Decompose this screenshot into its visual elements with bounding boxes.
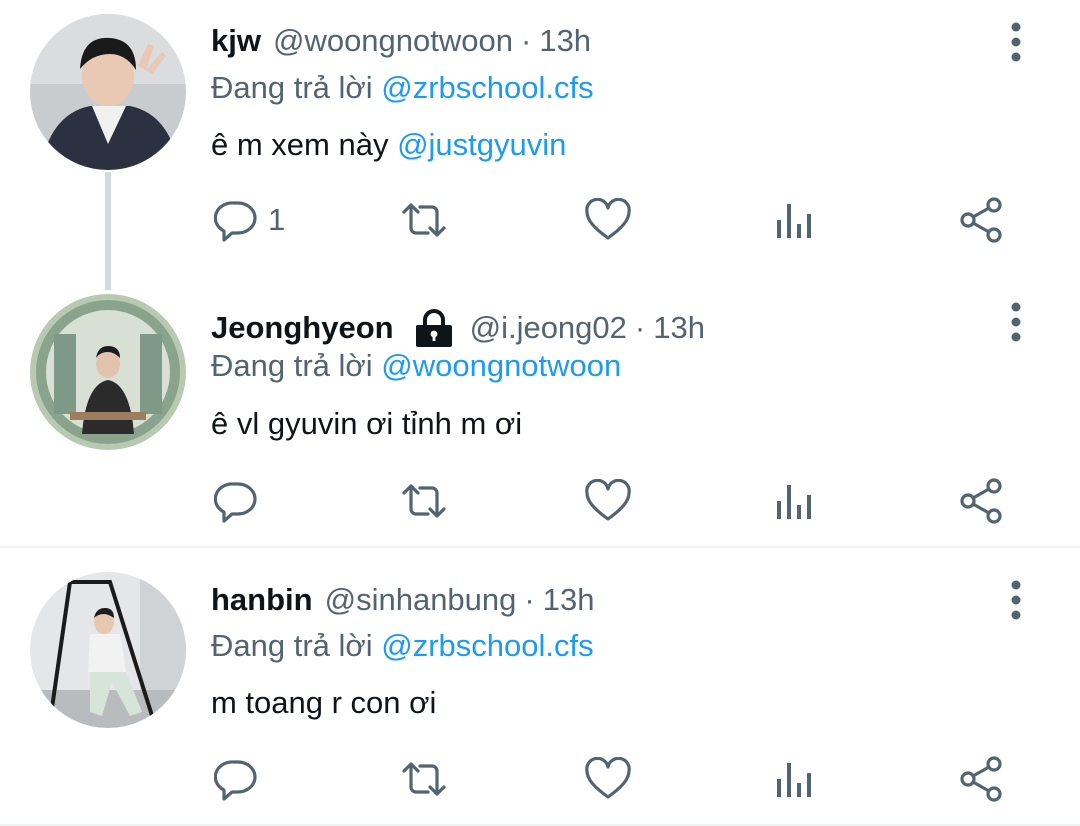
like-icon (585, 757, 631, 799)
tweet-1[interactable]: kjw @woongnotwoon · 13h Đang trả lời @zr… (0, 0, 1080, 270)
retweet-icon (402, 762, 446, 796)
like-button[interactable] (584, 476, 632, 526)
tweet-text: ê m xem này @justgyuvin (211, 127, 566, 163)
views-button[interactable] (774, 195, 814, 245)
tweet-header: kjw @woongnotwoon · 13h (211, 19, 591, 63)
replying-to-mention[interactable]: @zrbschool.cfs (381, 628, 593, 663)
like-button[interactable] (584, 754, 632, 804)
reply-button[interactable]: 1 (214, 195, 285, 245)
like-icon (585, 479, 631, 521)
replying-to-line: Đang trả lời @zrbschool.cfs (211, 628, 594, 664)
like-button[interactable] (584, 195, 632, 245)
more-vertical-icon[interactable] (1004, 22, 1028, 62)
replying-to-line: Đang trả lời @woongnotwoon (211, 348, 621, 384)
tweet-header: Jeonghyeon @i.jeong02 · 13h (211, 306, 705, 350)
tweet-2[interactable]: Jeonghyeon @i.jeong02 · 13h Đang trả lời… (0, 290, 1080, 544)
action-bar: 1 (210, 195, 1030, 245)
like-icon (585, 198, 631, 240)
retweet-button[interactable] (398, 476, 450, 526)
replying-prefix: Đang trả lời (211, 348, 373, 383)
more-vertical-icon[interactable] (1004, 580, 1028, 620)
user-handle[interactable]: @i.jeong02 (470, 310, 627, 346)
views-icon (777, 485, 811, 519)
replying-to-mention[interactable]: @zrbschool.cfs (381, 70, 593, 105)
replying-prefix: Đang trả lời (211, 70, 373, 105)
reply-button[interactable] (214, 476, 258, 526)
tweet-3[interactable]: hanbin @sinhanbung · 13h Đang trả lời @z… (0, 548, 1080, 826)
share-icon (960, 478, 1002, 524)
avatar[interactable] (30, 294, 186, 450)
tweet-text: m toang r con ơi (211, 685, 436, 721)
tweet-text-content: ê vl gyuvin ơi tỉnh m ơi (211, 406, 523, 441)
tweet-text: ê vl gyuvin ơi tỉnh m ơi (211, 406, 522, 442)
reply-icon (214, 201, 257, 242)
replying-to-mention[interactable]: @woongnotwoon (381, 348, 621, 383)
retweet-button[interactable] (398, 754, 450, 804)
reply-button[interactable] (214, 754, 258, 804)
lock-icon (415, 309, 452, 347)
timestamp[interactable]: 13h (653, 310, 705, 346)
share-button[interactable] (958, 195, 1006, 245)
separator-dot: · (521, 23, 532, 58)
timestamp[interactable]: 13h (543, 582, 595, 618)
user-handle[interactable]: @sinhanbung (325, 582, 517, 618)
tweet-text-content: m toang r con ơi (211, 685, 437, 720)
avatar[interactable] (30, 14, 186, 170)
avatar[interactable] (30, 572, 186, 728)
text-mention[interactable]: @justgyuvin (397, 127, 566, 162)
action-bar (210, 476, 1030, 526)
share-button[interactable] (958, 476, 1006, 526)
retweet-icon (402, 203, 446, 237)
views-icon (777, 204, 811, 238)
replying-to-line: Đang trả lời @zrbschool.cfs (211, 70, 594, 106)
share-icon (960, 197, 1002, 243)
more-vertical-icon[interactable] (1004, 302, 1028, 342)
action-bar (210, 754, 1030, 804)
views-button[interactable] (774, 754, 814, 804)
retweet-button[interactable] (398, 195, 450, 245)
separator-dot: · (524, 582, 535, 617)
display-name[interactable]: Jeonghyeon (211, 310, 394, 346)
reply-count: 1 (268, 202, 286, 237)
views-button[interactable] (774, 476, 814, 526)
user-handle[interactable]: @woongnotwoon (273, 23, 513, 59)
separator-dot: · (634, 310, 646, 345)
tweet-header: hanbin @sinhanbung · 13h (211, 578, 594, 622)
share-icon (960, 756, 1002, 802)
replying-prefix: Đang trả lời (211, 628, 373, 663)
views-icon (777, 763, 811, 797)
retweet-icon (402, 484, 446, 518)
display-name[interactable]: hanbin (211, 582, 313, 618)
share-button[interactable] (958, 754, 1006, 804)
reply-icon (214, 760, 257, 801)
reply-icon (214, 482, 257, 523)
tweet-text-content: ê m xem này (211, 127, 389, 162)
timestamp[interactable]: 13h (539, 23, 591, 59)
display-name[interactable]: kjw (211, 23, 261, 59)
